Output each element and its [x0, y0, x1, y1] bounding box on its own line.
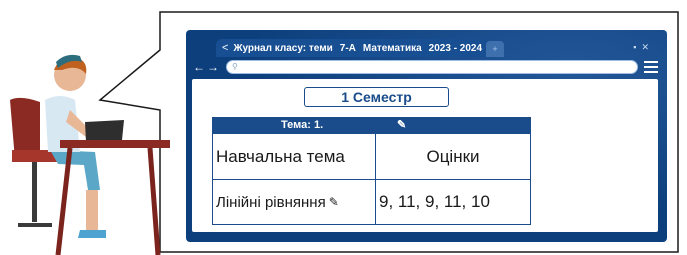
- tab-title-year: 2023 - 2024: [428, 42, 483, 54]
- topic-cell: Лінійні рівняння ✎: [213, 180, 376, 224]
- student-illustration: [10, 54, 170, 255]
- browser-window: < Журнал класу: теми 7-А Математика 2023…: [186, 30, 667, 242]
- search-icon: ⚲: [232, 62, 238, 71]
- table-row: Лінійні рівняння ✎ 9, 11, 9, 11, 10: [213, 179, 530, 224]
- forward-arrow-icon[interactable]: →: [206, 60, 220, 74]
- menu-icon[interactable]: [644, 61, 658, 73]
- column-header-topic: Навчальна тема: [213, 134, 376, 179]
- pencil-icon[interactable]: ✎: [397, 118, 406, 131]
- grades-cell[interactable]: 9, 11, 9, 11, 10: [376, 180, 530, 224]
- tab-journal[interactable]: < Журнал класу: теми 7-А Математика 2023…: [216, 39, 486, 57]
- table-header-row: Навчальна тема Оцінки: [213, 134, 530, 179]
- window-controls: ▪ ✕: [633, 42, 649, 53]
- topic-header: Тема: 1. ✎: [213, 118, 530, 134]
- pencil-icon[interactable]: ✎: [329, 195, 339, 209]
- topic-name: Лінійні рівняння: [216, 193, 326, 211]
- minimize-icon[interactable]: ▪: [633, 42, 636, 53]
- tab-title-class: 7-А: [339, 42, 356, 54]
- tab-title-journal: Журнал класу: теми: [233, 42, 333, 54]
- column-header-grades: Оцінки: [426, 146, 480, 166]
- back-arrow-icon[interactable]: ←: [192, 60, 206, 74]
- tab-back-icon[interactable]: <: [222, 42, 228, 54]
- topic-header-label: Тема: 1.: [281, 119, 324, 131]
- grades-table: Тема: 1. ✎ Навчальна тема Оцінки Лінійні…: [212, 117, 531, 225]
- tab-title-subject: Математика: [362, 42, 422, 54]
- navigation-bar: ← → ⚲: [192, 58, 658, 76]
- semester-button[interactable]: 1 Семестр: [304, 87, 449, 107]
- close-icon[interactable]: ✕: [641, 42, 649, 53]
- page-content: 1 Семестр Тема: 1. ✎ Навчальна тема Оцін…: [192, 79, 658, 232]
- new-tab-button[interactable]: +: [486, 41, 504, 57]
- address-bar[interactable]: ⚲: [226, 60, 638, 74]
